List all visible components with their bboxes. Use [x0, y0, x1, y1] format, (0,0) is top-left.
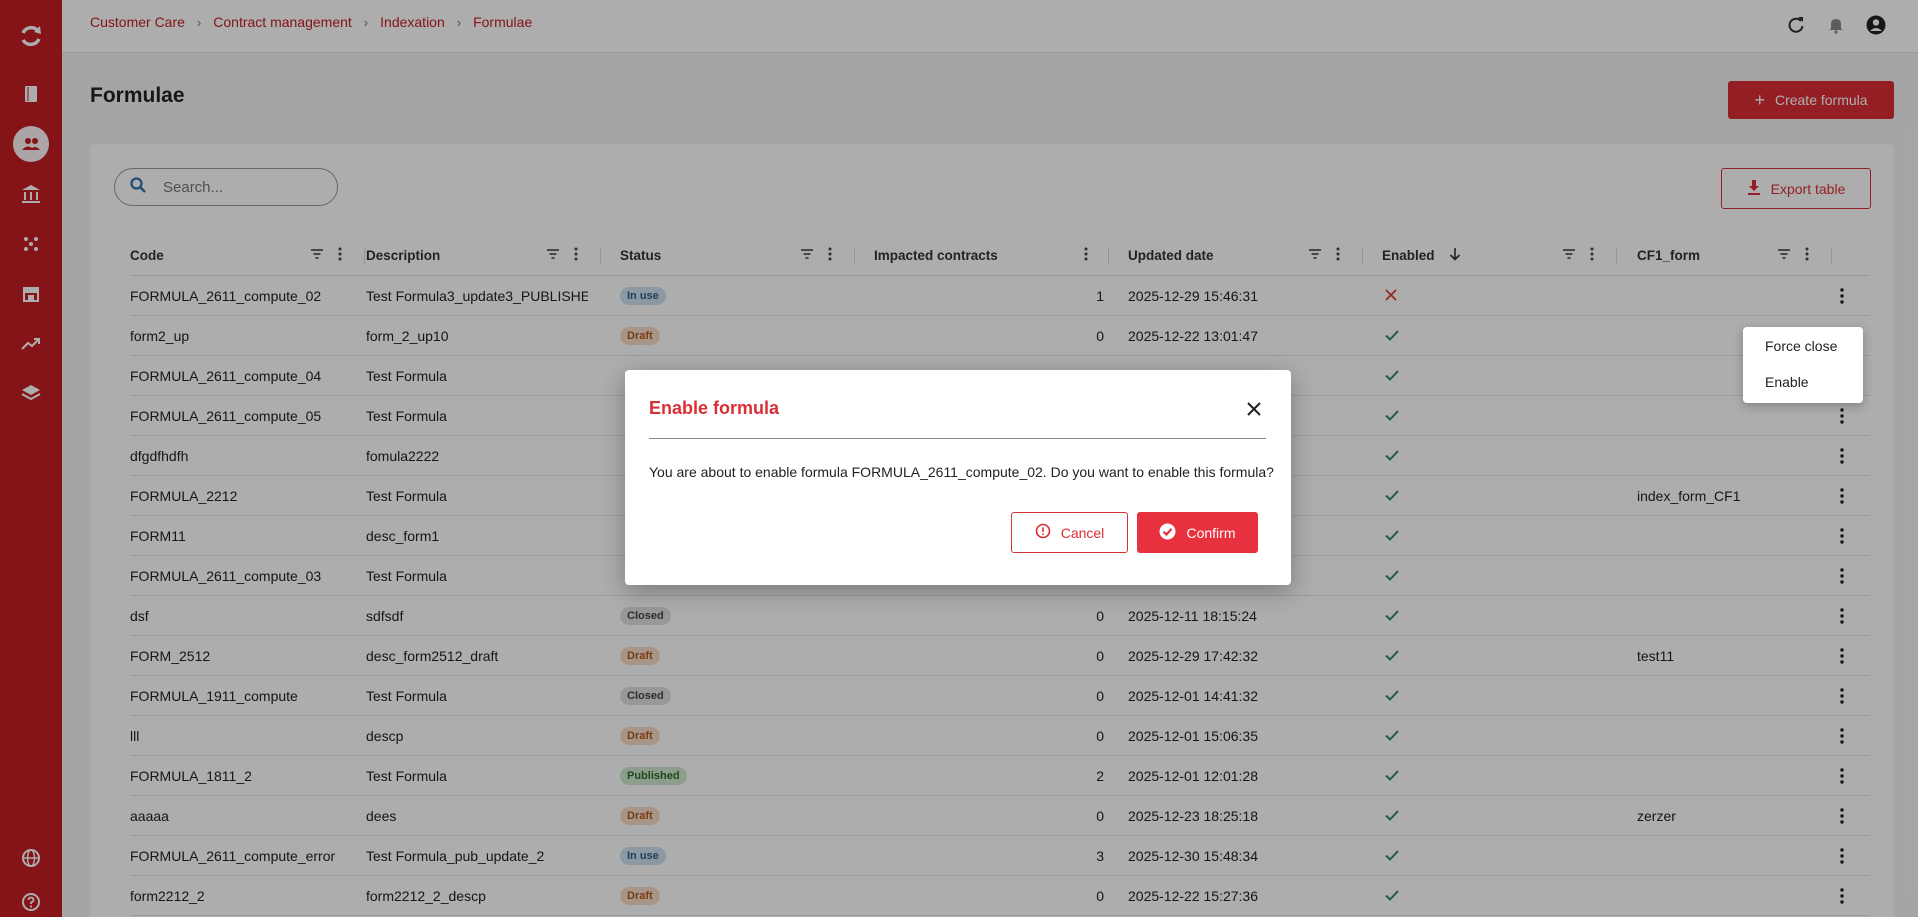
dialog-title: Enable formula [649, 398, 780, 418]
enable-formula-dialog: Enable formula You are about to enable f… [625, 370, 1291, 585]
cancel-label: Cancel [1060, 524, 1105, 541]
cancel-button[interactable]: Cancel [1011, 512, 1128, 553]
dialog-message: You are about to enable formula FORMULA_… [649, 464, 1274, 480]
dialog-divider [649, 438, 1266, 439]
info-circle-icon [1035, 523, 1051, 542]
menu-item-enable[interactable]: Enable [1765, 374, 1809, 390]
menu-item-force-close[interactable]: Force close [1765, 338, 1837, 354]
close-icon[interactable] [1242, 397, 1266, 421]
check-circle-icon [1159, 523, 1176, 543]
confirm-label: Confirm [1186, 524, 1236, 541]
confirm-button[interactable]: Confirm [1137, 512, 1258, 553]
row-context-menu: Force close Enable [1743, 327, 1863, 403]
